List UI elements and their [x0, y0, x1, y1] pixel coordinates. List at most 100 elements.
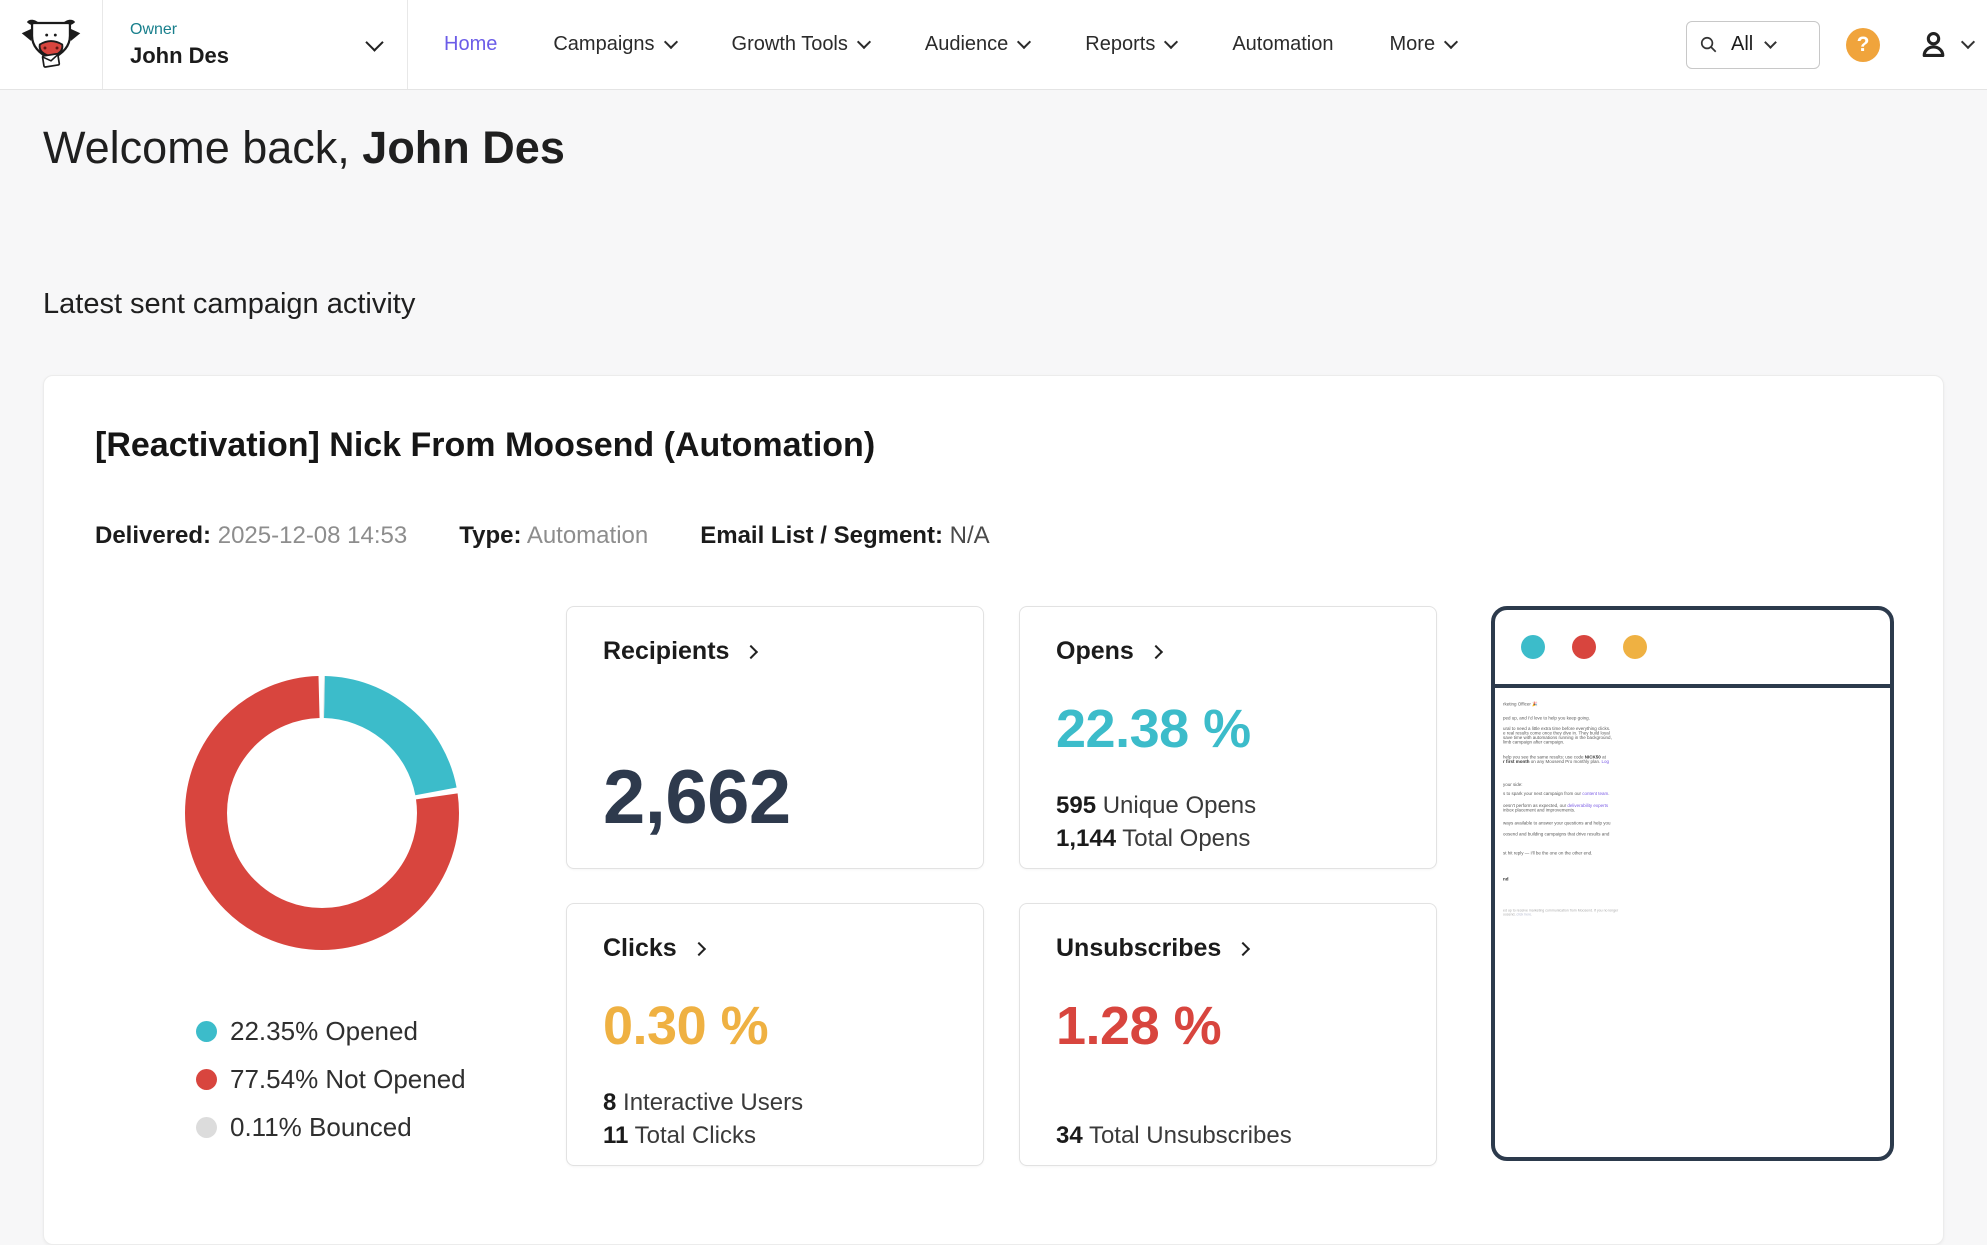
moosend-cow-icon — [20, 16, 82, 73]
legend-item-not-opened: 77.54% Not Opened — [196, 1064, 466, 1095]
search-scope-select[interactable]: All — [1731, 33, 1753, 56]
email-preview-line: s to spark your next campaign from our c… — [1503, 792, 1893, 797]
window-dot-2 — [1623, 635, 1647, 659]
legend-dot — [196, 1021, 217, 1042]
search-box[interactable]: All — [1686, 21, 1820, 69]
chevron-down-icon — [1164, 35, 1178, 49]
welcome-user-name: John Des — [362, 122, 565, 173]
nav-more[interactable]: More — [1390, 33, 1457, 56]
nav-campaigns[interactable]: Campaigns — [553, 33, 675, 56]
email-preview-line: limb campaign after campaign. — [1503, 740, 1893, 745]
meta-email-list: Email List / Segment: N/A — [700, 522, 989, 550]
email-preview-line: nd — [1503, 877, 1893, 882]
chevron-down-icon — [1444, 35, 1458, 49]
email-preview-line: ped up, and I'd love to help you keep go… — [1503, 716, 1893, 721]
window-dot-1 — [1572, 635, 1596, 659]
main-nav: Home Campaigns Growth Tools Audience Rep… — [444, 33, 1456, 56]
stat-big-clicks: 0.30 % — [603, 999, 947, 1053]
profile-menu[interactable] — [1918, 29, 1973, 60]
meta-type-value: Automation — [527, 522, 648, 549]
window-dot-0 — [1521, 635, 1545, 659]
chevron-right-icon — [692, 941, 706, 955]
meta-type: Type: Automation — [459, 522, 648, 550]
unique-opens-text: Unique Opens — [1096, 792, 1256, 819]
opens-detail-lines: 595 Unique Opens 1,144 Total Opens — [1056, 789, 1400, 855]
campaign-title: [Reactivation] Nick From Moosend (Automa… — [95, 426, 875, 465]
chevron-down-icon — [663, 35, 677, 49]
account-switcher[interactable]: Owner John Des — [103, 0, 408, 89]
moosend-logo[interactable] — [0, 0, 103, 89]
total-clicks-text: Total Clicks — [628, 1122, 756, 1149]
interactive-users-text: Interactive Users — [616, 1089, 803, 1116]
meta-email-list-value: N/A — [950, 522, 990, 549]
clicks-detail-lines: 8 Interactive Users 11 Total Clicks — [603, 1086, 947, 1152]
email-preview-line: rketing Officer 🎉 — [1503, 702, 1893, 707]
recipients-label: Recipients — [603, 637, 729, 666]
nav-automation-label: Automation — [1232, 33, 1333, 56]
email-preview-line: oosend and building campaigns that drive… — [1503, 832, 1893, 837]
header-right-controls: All ? — [1686, 21, 1987, 69]
unique-opens-count: 595 — [1056, 792, 1096, 819]
stat-big-opens: 22.38 % — [1056, 702, 1400, 756]
nav-audience[interactable]: Audience — [925, 33, 1029, 56]
owner-role-label: Owner — [130, 21, 229, 39]
email-preview-thumbnail[interactable]: rketing Officer 🎉 ped up, and I'd love to… — [1491, 606, 1894, 1161]
total-unsubscribes-count: 34 — [1056, 1122, 1083, 1149]
nav-automation[interactable]: Automation — [1232, 33, 1333, 56]
chevron-right-icon — [1149, 644, 1163, 658]
stat-big-recipients: 2,662 — [603, 760, 947, 836]
nav-audience-label: Audience — [925, 33, 1008, 56]
interactive-users-line: 8 Interactive Users — [603, 1086, 947, 1119]
help-button[interactable]: ? — [1846, 28, 1880, 62]
nav-growth-tools-label: Growth Tools — [732, 33, 848, 56]
email-preview-content: rketing Officer 🎉 ped up, and I'd love to… — [1503, 702, 1893, 917]
clicks-label: Clicks — [603, 934, 677, 963]
chevron-down-icon — [1764, 36, 1777, 49]
welcome-heading: Welcome back, John Des — [43, 122, 565, 174]
nav-reports[interactable]: Reports — [1085, 33, 1176, 56]
clicks-header-link[interactable]: Clicks — [603, 934, 947, 963]
total-opens-text: Total Opens — [1116, 825, 1250, 852]
total-opens-count: 1,144 — [1056, 825, 1116, 852]
user-icon — [1918, 29, 1949, 60]
welcome-prefix: Welcome back, — [43, 122, 362, 173]
chevron-down-icon — [365, 33, 383, 51]
nav-growth-tools[interactable]: Growth Tools — [732, 33, 869, 56]
legend-item-opened: 22.35% Opened — [196, 1016, 466, 1047]
chevron-down-icon — [857, 35, 871, 49]
top-nav-bar: Owner John Des Home Campaigns Growth Too… — [0, 0, 1987, 90]
section-title: Latest sent campaign activity — [43, 288, 415, 321]
stat-big-unsubscribes: 1.28 % — [1056, 999, 1400, 1053]
nav-home-label: Home — [444, 33, 497, 56]
email-preview-line: ways available to answer your questions … — [1503, 821, 1893, 826]
total-opens-line: 1,144 Total Opens — [1056, 822, 1400, 855]
unique-opens-line: 595 Unique Opens — [1056, 789, 1400, 822]
legend-label: 0.11% Bounced — [230, 1112, 412, 1143]
recipients-header-link[interactable]: Recipients — [603, 637, 947, 666]
opens-label: Opens — [1056, 637, 1134, 666]
legend-dot — [196, 1069, 217, 1090]
unsubscribes-label: Unsubscribes — [1056, 934, 1221, 963]
legend-dot — [196, 1117, 217, 1138]
email-preview-line: oosend, click here. — [1503, 913, 1893, 917]
preview-body: rketing Officer 🎉 ped up, and I'd love to… — [1495, 688, 1890, 1132]
legend-label: 77.54% Not Opened — [230, 1064, 466, 1095]
nav-home[interactable]: Home — [444, 33, 497, 56]
nav-reports-label: Reports — [1085, 33, 1155, 56]
opens-header-link[interactable]: Opens — [1056, 637, 1400, 666]
email-preview-line: inbox placement and improvements. — [1503, 808, 1893, 813]
unsubscribes-header-link[interactable]: Unsubscribes — [1056, 934, 1400, 963]
preview-window-dots — [1495, 610, 1890, 688]
search-icon — [1699, 35, 1718, 54]
stat-card-opens: Opens 22.38 % 595 Unique Opens 1,144 Tot… — [1019, 606, 1437, 869]
campaign-meta-row: Delivered: 2025-12-08 14:53 Type: Automa… — [95, 522, 990, 550]
stat-card-clicks: Clicks 0.30 % 8 Interactive Users 11 Tot… — [566, 903, 984, 1166]
opens-donut-chart — [182, 673, 462, 953]
stat-card-recipients: Recipients 2,662 — [566, 606, 984, 869]
nav-campaigns-label: Campaigns — [553, 33, 654, 56]
total-unsubscribes-line: 34 Total Unsubscribes — [1056, 1119, 1400, 1152]
stats-grid: Recipients 2,662 Opens 22.38 % 595 Uniqu… — [566, 606, 1437, 1166]
legend-item-bounced: 0.11% Bounced — [196, 1112, 466, 1143]
meta-email-list-label: Email List / Segment: — [700, 522, 943, 549]
total-clicks-count: 11 — [603, 1122, 628, 1149]
